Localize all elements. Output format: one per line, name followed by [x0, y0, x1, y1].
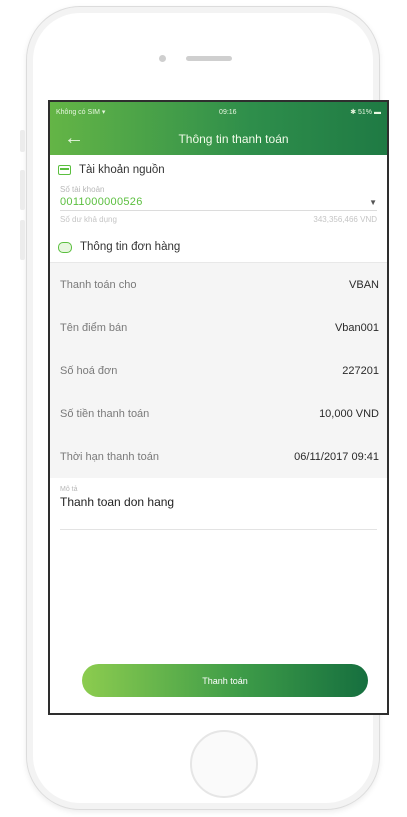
account-selector[interactable]: 0011000000526 ▼ [60, 194, 377, 211]
pay-to-label: Thanh toán cho [60, 278, 137, 291]
wifi-icon: ▾ [101, 109, 106, 116]
back-arrow-icon[interactable]: ← [64, 128, 84, 148]
balance-value: 343,356,466 VND [313, 215, 377, 224]
bluetooth-icon: ✱ [350, 109, 357, 116]
clock: 09:16 [219, 108, 237, 116]
carrier-label: Không có SIM ▾ [56, 109, 106, 116]
invoice-number-value: 227201 [342, 364, 379, 377]
front-camera [159, 55, 166, 62]
description-value[interactable]: Thanh toan don hang [60, 495, 377, 513]
list-item: Số hoá đơn 227201 [50, 349, 387, 392]
home-button[interactable] [190, 730, 258, 798]
account-number-label: Số tài khoản [60, 185, 105, 194]
order-info-header: Thông tin đơn hàng [50, 232, 387, 263]
pay-to-value: VBAN [349, 278, 379, 291]
balance-label: Số dư khả dụng [60, 215, 117, 224]
app-screen: Không có SIM ▾ 09:16 ✱ 51% ▬ ← Thông tin… [48, 100, 389, 715]
source-account-header: Tài khoản nguồn [50, 155, 387, 185]
battery-icon: ▬ [373, 109, 381, 116]
battery-indicator: ✱ 51% ▬ [350, 109, 381, 116]
amount-value: 10,000 VND [319, 407, 379, 420]
card-icon [58, 165, 71, 175]
deadline-label: Thời hạn thanh toán [60, 450, 159, 463]
bill-icon [58, 241, 72, 253]
volume-down-button [20, 220, 25, 260]
list-item: Thời hạn thanh toán 06/11/2017 09:41 [50, 435, 387, 478]
merchant-point-label: Tên điểm bán [60, 321, 128, 334]
account-number-value: 0011000000526 [60, 196, 143, 208]
merchant-point-value: Vban001 [334, 321, 379, 334]
list-item: Tên điểm bán Vban001 [50, 306, 387, 349]
earpiece-speaker [186, 56, 232, 61]
order-info-list: Thanh toán cho VBAN Tên điểm bán Vban001… [50, 263, 387, 478]
app-header: ← Thông tin thanh toán [50, 122, 387, 155]
list-item: Số tiền thanh toán 10,000 VND [50, 392, 387, 435]
dropdown-caret-icon[interactable]: ▼ [369, 198, 377, 207]
invoice-number-label: Số hoá đơn [60, 364, 118, 377]
source-account-title: Tài khoản nguồn [79, 164, 165, 176]
pay-button[interactable]: Thanh toán [82, 664, 368, 697]
deadline-value: 06/11/2017 09:41 [294, 450, 379, 463]
description-label: Mô tả [60, 486, 78, 493]
mute-switch [20, 130, 25, 152]
source-account-section: Tài khoản nguồn Số tài khoản 00110000005… [50, 155, 387, 224]
balance-row: Số dư khả dụng 343,356,466 VND [50, 215, 387, 224]
page-title: Thông tin thanh toán [178, 131, 289, 146]
description-field[interactable]: Mô tả Thanh toan don hang [50, 478, 387, 513]
description-underline [60, 529, 377, 530]
volume-up-button [20, 170, 25, 210]
list-item: Thanh toán cho VBAN [50, 263, 387, 306]
order-info-title: Thông tin đơn hàng [80, 241, 181, 253]
status-bar: Không có SIM ▾ 09:16 ✱ 51% ▬ [50, 102, 387, 122]
amount-label: Số tiền thanh toán [60, 407, 150, 420]
